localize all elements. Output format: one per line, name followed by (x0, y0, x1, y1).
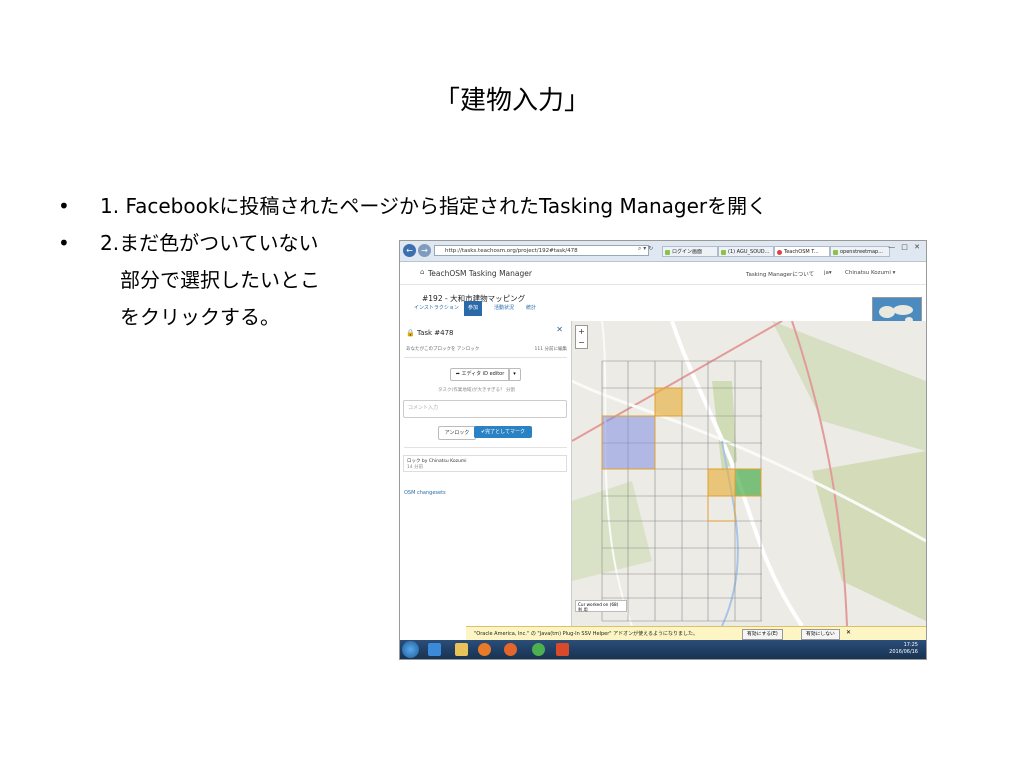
share-icon: ➦ (455, 371, 460, 377)
slide-title: 「建物入力」 (433, 86, 590, 116)
tab-contribute[interactable]: 参加 (464, 301, 483, 316)
disable-addon-button[interactable]: 有効にしない (801, 629, 840, 640)
lock-icon: 🔒 (406, 329, 415, 337)
browser-tab[interactable]: (1) AGU_SOUD... (718, 246, 774, 257)
user-menu[interactable]: Chinatsu Kozumi ▾ (845, 270, 895, 276)
chrome-taskbar-icon[interactable] (532, 643, 545, 656)
tab-instructions[interactable]: インストラクション (410, 301, 463, 316)
forward-icon[interactable]: → (418, 244, 431, 257)
task-map[interactable]: + − Cur worked on (68) 利 用 (572, 321, 926, 626)
osm-changesets-link[interactable]: OSM changesets (404, 490, 446, 496)
tab-favicon-icon (777, 250, 782, 255)
unlock-button[interactable]: アンロック (438, 426, 476, 440)
zoom-in-button[interactable]: + (576, 326, 587, 337)
divider (404, 447, 567, 448)
taskbar-clock: 17:25 2016/06/16 (889, 642, 918, 656)
browser-tab-active[interactable]: TeachOSM T... (774, 246, 830, 257)
explorer-taskbar-icon[interactable] (455, 643, 468, 656)
tab-stats[interactable]: 統計 (522, 301, 540, 316)
legend-item: 利 用 (578, 607, 588, 612)
tab-favicon-icon (721, 250, 726, 255)
bullet-text: 1. Facebookに投稿されたページから指定されたTasking Manag… (100, 194, 768, 218)
browser-tab[interactable]: ログイン画面 (662, 246, 718, 257)
task-meta-left: あなたがこのブロックを アンロック (406, 347, 480, 352)
bullet-marker: • (58, 194, 70, 218)
tab-favicon-icon (833, 250, 838, 255)
bullet-text: 2.まだ色がついていない (100, 231, 319, 255)
home-icon[interactable]: ⌂ (420, 268, 424, 276)
task-meta-right: 111 分前に編集 (534, 347, 567, 352)
language-menu[interactable]: ja▾ (824, 270, 832, 276)
zoom-control: + − (575, 325, 588, 349)
window-controls[interactable]: — □ ✕ (888, 243, 922, 251)
task-title: 🔒 Task #478 (406, 329, 454, 337)
firefox-taskbar-icon[interactable] (504, 643, 517, 656)
windows-taskbar: 17:25 2016/06/16 (400, 640, 926, 659)
split-hint[interactable]: タスク(作業地域)が大きすぎる？ 分割 (438, 387, 515, 393)
close-task-button[interactable]: ✕ (556, 325, 563, 334)
address-bar[interactable]: http://tasks.teachosm.org/project/192#ta… (434, 245, 649, 256)
task-history-entry: ロック by Chinatsu Kozumi 14 分前 (403, 455, 567, 472)
ie-taskbar-icon[interactable] (428, 643, 441, 656)
zoom-out-button[interactable]: − (576, 337, 587, 348)
browser-tab[interactable]: openstreetmap... (830, 246, 890, 257)
map-legend: Cur worked on (68) 利 用 (575, 600, 627, 612)
embedded-screenshot: ← → http://tasks.teachosm.org/project/19… (399, 240, 927, 660)
close-notification-icon[interactable]: ✕ (846, 629, 851, 636)
task-panel: 🔒 Task #478 ✕ あなたがこのブロックを アンロック 111 分前に編… (400, 321, 572, 626)
mark-done-button[interactable]: ✔完了としてマーク (474, 426, 532, 438)
start-button-icon[interactable] (402, 641, 419, 658)
editor-dropdown-button[interactable]: ▾ (508, 368, 521, 381)
editor-button[interactable]: ➦ エディタ iD editor (450, 368, 510, 381)
divider (404, 357, 567, 358)
map-canvas[interactable] (572, 321, 926, 626)
comment-input[interactable]: コメント入力 (403, 400, 567, 418)
addon-notification-bar: "Oracle America, Inc." の "Java(tm) Plug-… (466, 626, 926, 641)
notification-text: "Oracle America, Inc." の "Java(tm) Plug-… (474, 631, 699, 637)
about-menu[interactable]: Tasking Managerについて (746, 270, 814, 278)
powerpoint-taskbar-icon[interactable] (556, 643, 569, 656)
app-header: ⌂ TeachOSM Tasking Manager Tasking Manag… (400, 262, 926, 285)
clock-time: 17:25 (903, 642, 918, 648)
enable-addon-button[interactable]: 有効にする(E) (742, 629, 783, 640)
bullet-item-1: • 1. Facebookに投稿されたページから指定されたTasking Man… (58, 188, 767, 225)
media-taskbar-icon[interactable] (478, 643, 491, 656)
back-icon[interactable]: ← (403, 244, 416, 257)
tab-activity[interactable]: 活動状況 (490, 301, 518, 316)
bullet-marker: • (58, 231, 70, 255)
app-brand[interactable]: TeachOSM Tasking Manager (428, 269, 532, 278)
address-search-icon[interactable]: ⌕ ▾ ↻ (638, 245, 653, 253)
clock-date: 2016/06/16 (889, 649, 918, 655)
browser-toolbar: ← → http://tasks.teachosm.org/project/19… (400, 241, 926, 262)
tab-favicon-icon (665, 250, 670, 255)
history-time: 14 分前 (407, 465, 424, 470)
